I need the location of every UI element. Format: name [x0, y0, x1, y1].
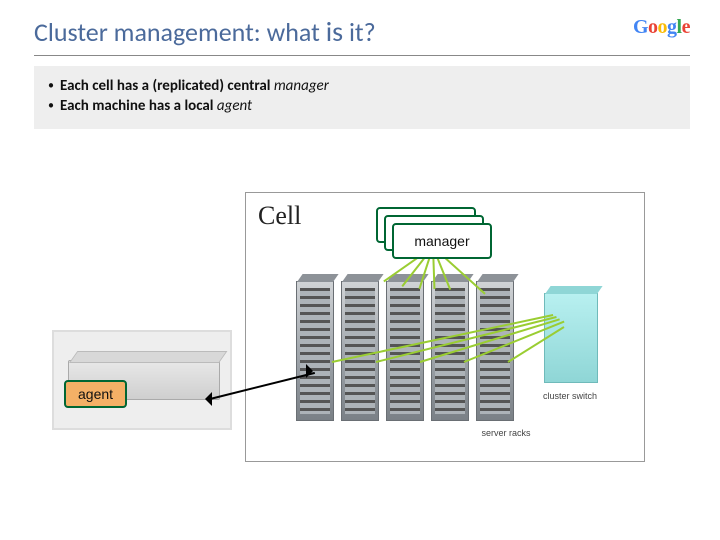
title-text-a: Cluster management: what: [34, 16, 326, 48]
server-racks-illustration: cluster switch server racks: [286, 263, 626, 443]
bullet-2: • Each machine has a local agent: [48, 96, 676, 116]
logo-letter-g1: G: [633, 16, 648, 39]
bullet-1-emph: manager: [274, 77, 329, 95]
logo-letter-g2: g: [667, 16, 677, 39]
agent-label: agent: [64, 380, 127, 408]
bullet-dot-icon: •: [48, 96, 54, 116]
agent-machine-panel: agent: [52, 330, 232, 430]
cluster-switch-label: cluster switch: [540, 391, 600, 401]
bullet-1-text-a: Each cell has a (replicated) central: [60, 77, 274, 95]
arrowhead-icon: [198, 392, 212, 406]
cluster-switch: [544, 293, 598, 383]
slide-title: Cluster management: what is it?: [34, 14, 376, 49]
bullet-2-text-a: Each machine has a local: [60, 97, 217, 115]
logo-letter-o1: o: [648, 16, 658, 39]
logo-letter-e: e: [682, 16, 690, 39]
cell-diagram: Cell manager cluster switch server racks: [245, 192, 645, 462]
server-rack: [296, 281, 334, 421]
bullets-box: • Each cell has a (replicated) central m…: [34, 66, 690, 129]
manager-label: manager: [414, 233, 469, 249]
cell-label: Cell: [258, 201, 301, 231]
bullet-1: • Each cell has a (replicated) central m…: [48, 76, 676, 96]
server-rack: [476, 281, 514, 421]
logo-letter-o2: o: [658, 16, 668, 39]
title-text-b: it?: [343, 16, 376, 48]
slide-header: Cluster management: what is it? G o o g …: [0, 0, 720, 49]
title-text-is: is: [326, 14, 343, 49]
bullet-2-emph: agent: [217, 97, 252, 115]
arrowhead-icon: [306, 364, 320, 378]
manager-card: manager: [392, 223, 492, 259]
title-divider: [34, 55, 690, 56]
google-logo: G o o g l e: [633, 14, 690, 39]
server-racks-label: server racks: [476, 428, 536, 438]
bullet-dot-icon: •: [48, 76, 54, 96]
